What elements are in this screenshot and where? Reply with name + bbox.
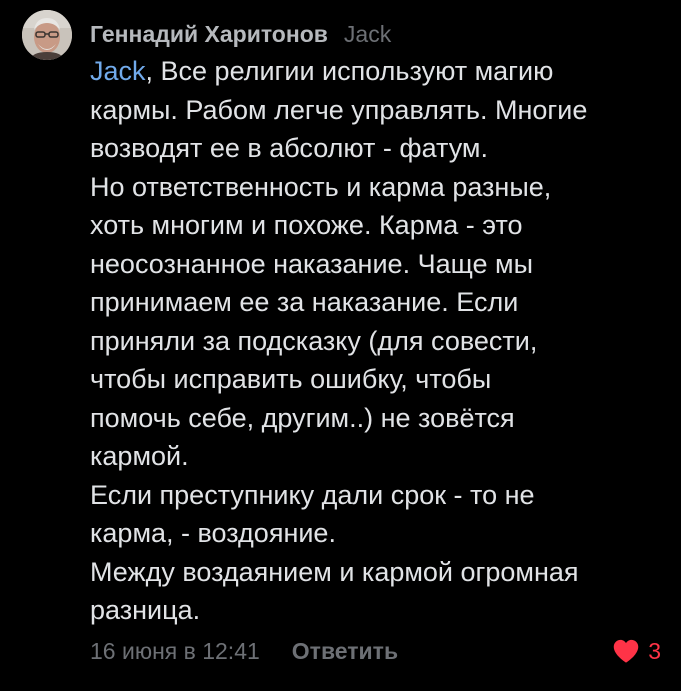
mention-link[interactable]: Jack: [90, 56, 146, 86]
comment-line: карма, - воздояние.: [90, 518, 336, 548]
comment: Геннадий Харитонов Jack Jack, Все религи…: [0, 0, 681, 691]
comment-line: кармы. Рабом легче управлять. Многие: [90, 94, 588, 125]
comment-line: возводят ее в абсолют - фатум.: [90, 133, 488, 163]
comment-line: Между воздаянием и кармой огромная: [90, 556, 579, 587]
comment-line: кармой.: [90, 441, 189, 471]
comment-line: Но ответственность и карма разные,: [90, 171, 552, 202]
comment-line: помочь себе, другим..) не зовётся: [90, 402, 515, 433]
user-avatar-icon: [22, 10, 72, 60]
comment-line: Если преступнику дали срок - то не: [90, 479, 535, 510]
comment-header: Геннадий Харитонов Jack: [90, 8, 661, 50]
comment-line: приняли за подсказку (для совести,: [90, 325, 538, 356]
comment-line: хоть многим и похоже. Карма - это: [90, 210, 523, 240]
comment-date[interactable]: 16 июня в 12:41: [90, 638, 260, 665]
comment-body: Геннадий Харитонов Jack Jack, Все религи…: [90, 8, 661, 630]
comment-line: принимаем ее за наказание. Если: [90, 287, 519, 317]
comment-line: разница.: [90, 595, 201, 625]
author-name[interactable]: Геннадий Харитонов: [90, 18, 328, 50]
like-button[interactable]: 3: [612, 638, 661, 665]
reply-to-name[interactable]: Jack: [344, 18, 391, 50]
comment-line-first-text: , Все религии используют магию: [145, 56, 554, 86]
comment-line: неосознанное наказание. Чаще мы: [90, 248, 533, 279]
comment-line-first: Jack, Все религии используют магию: [90, 52, 661, 91]
comment-footer: 16 июня в 12:41 Ответить 3: [90, 632, 661, 670]
comment-text: Jack, Все религии используют магию кармы…: [90, 52, 661, 630]
reply-button[interactable]: Ответить: [292, 638, 398, 665]
like-count: 3: [648, 637, 661, 664]
heart-icon: [613, 639, 639, 663]
comment-line: чтобы исправить ошибку, чтобы: [90, 364, 492, 394]
avatar[interactable]: [22, 10, 72, 60]
